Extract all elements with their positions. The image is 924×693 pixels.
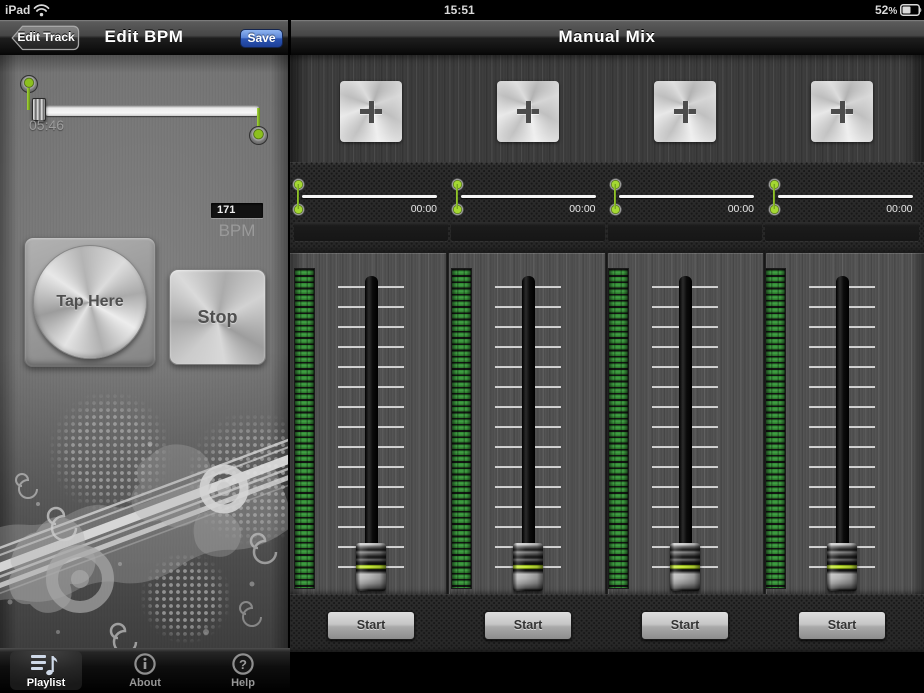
svg-text:?: ? [239,657,247,672]
